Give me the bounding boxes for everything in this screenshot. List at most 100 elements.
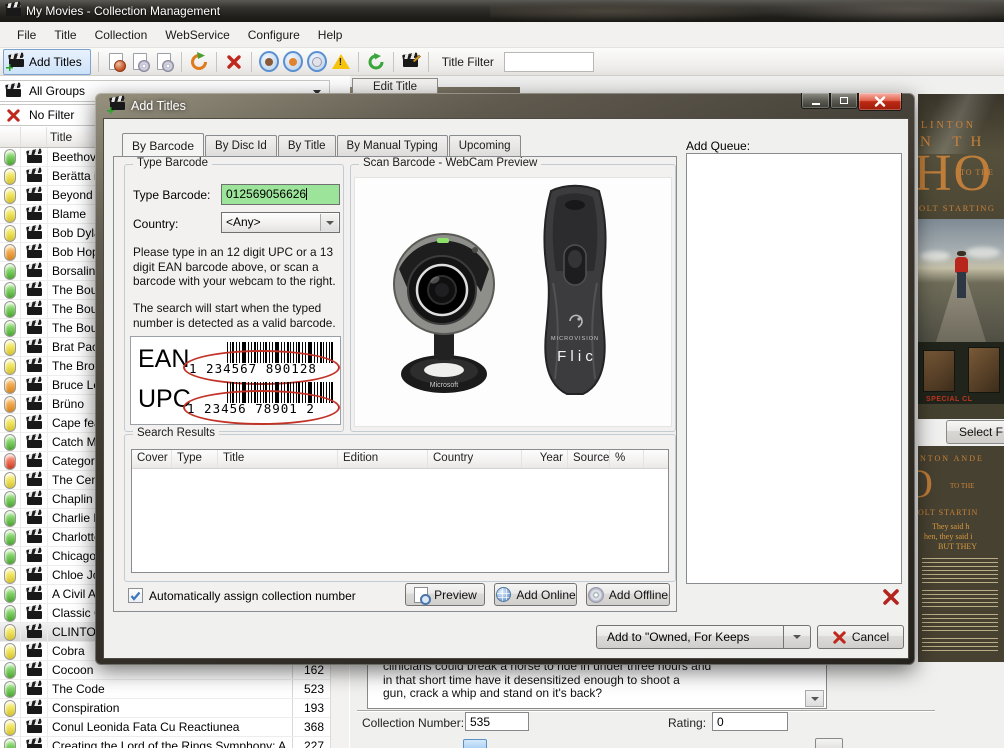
tab-upcoming[interactable]: Upcoming [449, 135, 521, 156]
status-pill-icon [4, 301, 16, 318]
description-line: gun, crack a whip and stand on it's back… [383, 687, 802, 701]
status-pill-icon [4, 415, 16, 432]
clapper-icon [27, 569, 42, 582]
status-pill-icon [4, 548, 16, 565]
partial-gray-button[interactable] [815, 738, 843, 748]
tab-by-barcode[interactable]: By Barcode [122, 133, 204, 157]
status-pill-icon [4, 738, 16, 748]
cover-road-scene [918, 219, 1004, 342]
delete-icon[interactable] [224, 52, 244, 72]
partial-blue-button[interactable] [463, 739, 487, 748]
tab-by-title[interactable]: By Title [278, 135, 336, 156]
status-pill-icon [4, 225, 16, 242]
menu-item-webservice[interactable]: WebService [156, 25, 238, 45]
maximize-button[interactable] [830, 93, 858, 109]
warning-icon[interactable]: ! [331, 52, 351, 72]
menu-item-collection[interactable]: Collection [86, 25, 157, 45]
dialog-body: By BarcodeBy Disc IdBy TitleBy Manual Ty… [103, 118, 909, 659]
country-select[interactable]: <Any> [221, 212, 340, 233]
back-cover-text-block [922, 614, 998, 632]
status-pill-icon [4, 149, 16, 166]
barcode-input[interactable]: 012569056626 [221, 184, 340, 205]
column-header-edition[interactable]: Edition [338, 450, 428, 468]
tab-by-manual-typing[interactable]: By Manual Typing [337, 135, 448, 156]
title-list-row[interactable]: Creating the Lord of the Rings Symphony:… [0, 737, 330, 748]
back-cover-text-block [922, 590, 998, 608]
clapper-icon [27, 550, 42, 563]
cover-subtitle: OLT STARTING [919, 203, 996, 213]
title-list-row[interactable]: Conspiration193 [0, 699, 330, 718]
cancel-button[interactable]: Cancel [817, 625, 904, 649]
svg-text:Microsoft: Microsoft [430, 382, 458, 389]
barcode-field-label: Type Barcode: [133, 188, 210, 202]
update-cover-online-icon[interactable] [283, 52, 303, 72]
rating-field[interactable]: 0 [712, 712, 788, 731]
tab-by-disc-id[interactable]: By Disc Id [205, 135, 277, 156]
clapper-icon [27, 341, 42, 354]
minimize-button[interactable] [801, 93, 830, 109]
remove-from-queue-button[interactable] [881, 587, 903, 609]
description-scroll-button[interactable] [805, 690, 824, 707]
column-header-title[interactable]: Title [218, 450, 338, 468]
menu-item-configure[interactable]: Configure [239, 25, 309, 45]
status-pill-icon [4, 244, 16, 261]
add-titles-toolbar-button[interactable]: Add Titles [3, 49, 91, 75]
collection-number-field[interactable]: 535 [465, 712, 529, 731]
status-pill-icon [4, 510, 16, 527]
group-selector-label: All Groups [29, 84, 85, 98]
column-header-source[interactable]: Source [568, 450, 610, 468]
title-list-row[interactable]: Conul Leonida Fata Cu Reactiunea368 [0, 718, 330, 737]
svg-text:F l i c: F l i c [557, 348, 593, 365]
add-titles-label: Add Titles [29, 55, 82, 69]
toolbar-separator [358, 52, 359, 72]
column-header-percent[interactable]: % [610, 450, 644, 468]
title-list-row[interactable]: The Code523 [0, 680, 330, 699]
add-offline-button[interactable]: Add Offline [586, 583, 670, 606]
country-label: Country: [133, 217, 178, 231]
save-disc-icon[interactable] [154, 52, 174, 72]
update-title-online-icon[interactable] [259, 52, 279, 72]
add-titles-dialog: Add Titles By BarcodeBy Disc IdBy TitleB… [95, 93, 915, 665]
menu-item-help[interactable]: Help [309, 25, 352, 45]
clapper-icon [27, 322, 42, 335]
column-header-type[interactable]: Type [172, 450, 218, 468]
preview-button[interactable]: Preview [405, 583, 485, 606]
close-button[interactable] [858, 93, 902, 111]
edit-title-icon[interactable] [401, 52, 421, 72]
add-queue-list[interactable] [686, 153, 902, 584]
clapper-icon [27, 645, 42, 658]
scan-barcode-group: Scan Barcode - WebCam Preview Microsoft [350, 164, 676, 432]
clapper-icon [27, 303, 42, 316]
toolbar-separator [181, 52, 182, 72]
add-to-dropdown[interactable]: Add to "Owned, For Keeps [596, 625, 811, 649]
cancel-icon [832, 630, 847, 645]
flic-scanner-image: MICROVISION F l i c [523, 183, 627, 399]
menu-item-title[interactable]: Title [45, 25, 85, 45]
search-results-title: Search Results [133, 427, 219, 439]
add-online-button[interactable]: Add Online [494, 583, 577, 606]
column-header-year[interactable]: Year [522, 450, 568, 468]
back-cover-text-block [922, 558, 998, 584]
back-cover-tagline3: BUT THEY [938, 542, 977, 551]
clapper-icon [27, 493, 42, 506]
update-disc-online-icon[interactable] [307, 52, 327, 72]
status-pill-icon [4, 396, 16, 413]
refresh-icon[interactable] [189, 52, 209, 72]
export-online-icon[interactable] [106, 52, 126, 72]
column-header-cover[interactable]: Cover [132, 450, 172, 468]
search-results-list[interactable]: CoverTypeTitleEditionCountryYearSource% [131, 449, 669, 573]
cover-thumbnail-band [918, 342, 1004, 404]
select-front-cover-button[interactable]: Select F [946, 420, 1004, 444]
title-filter-input[interactable] [504, 52, 594, 72]
column-header-country[interactable]: Country [428, 450, 522, 468]
menu-item-file[interactable]: File [8, 25, 45, 45]
export-disc-icon[interactable] [130, 52, 150, 72]
row-title: Creating the Lord of the Rings Symphony:… [48, 737, 292, 748]
status-pill-icon [4, 282, 16, 299]
status-pill-icon [4, 529, 16, 546]
back-cover-tagline1: They said h [932, 522, 969, 531]
sync-icon[interactable] [366, 52, 386, 72]
clapper-icon [27, 683, 42, 696]
auto-assign-checkbox[interactable] [128, 588, 143, 603]
clapper-icon [27, 284, 42, 297]
